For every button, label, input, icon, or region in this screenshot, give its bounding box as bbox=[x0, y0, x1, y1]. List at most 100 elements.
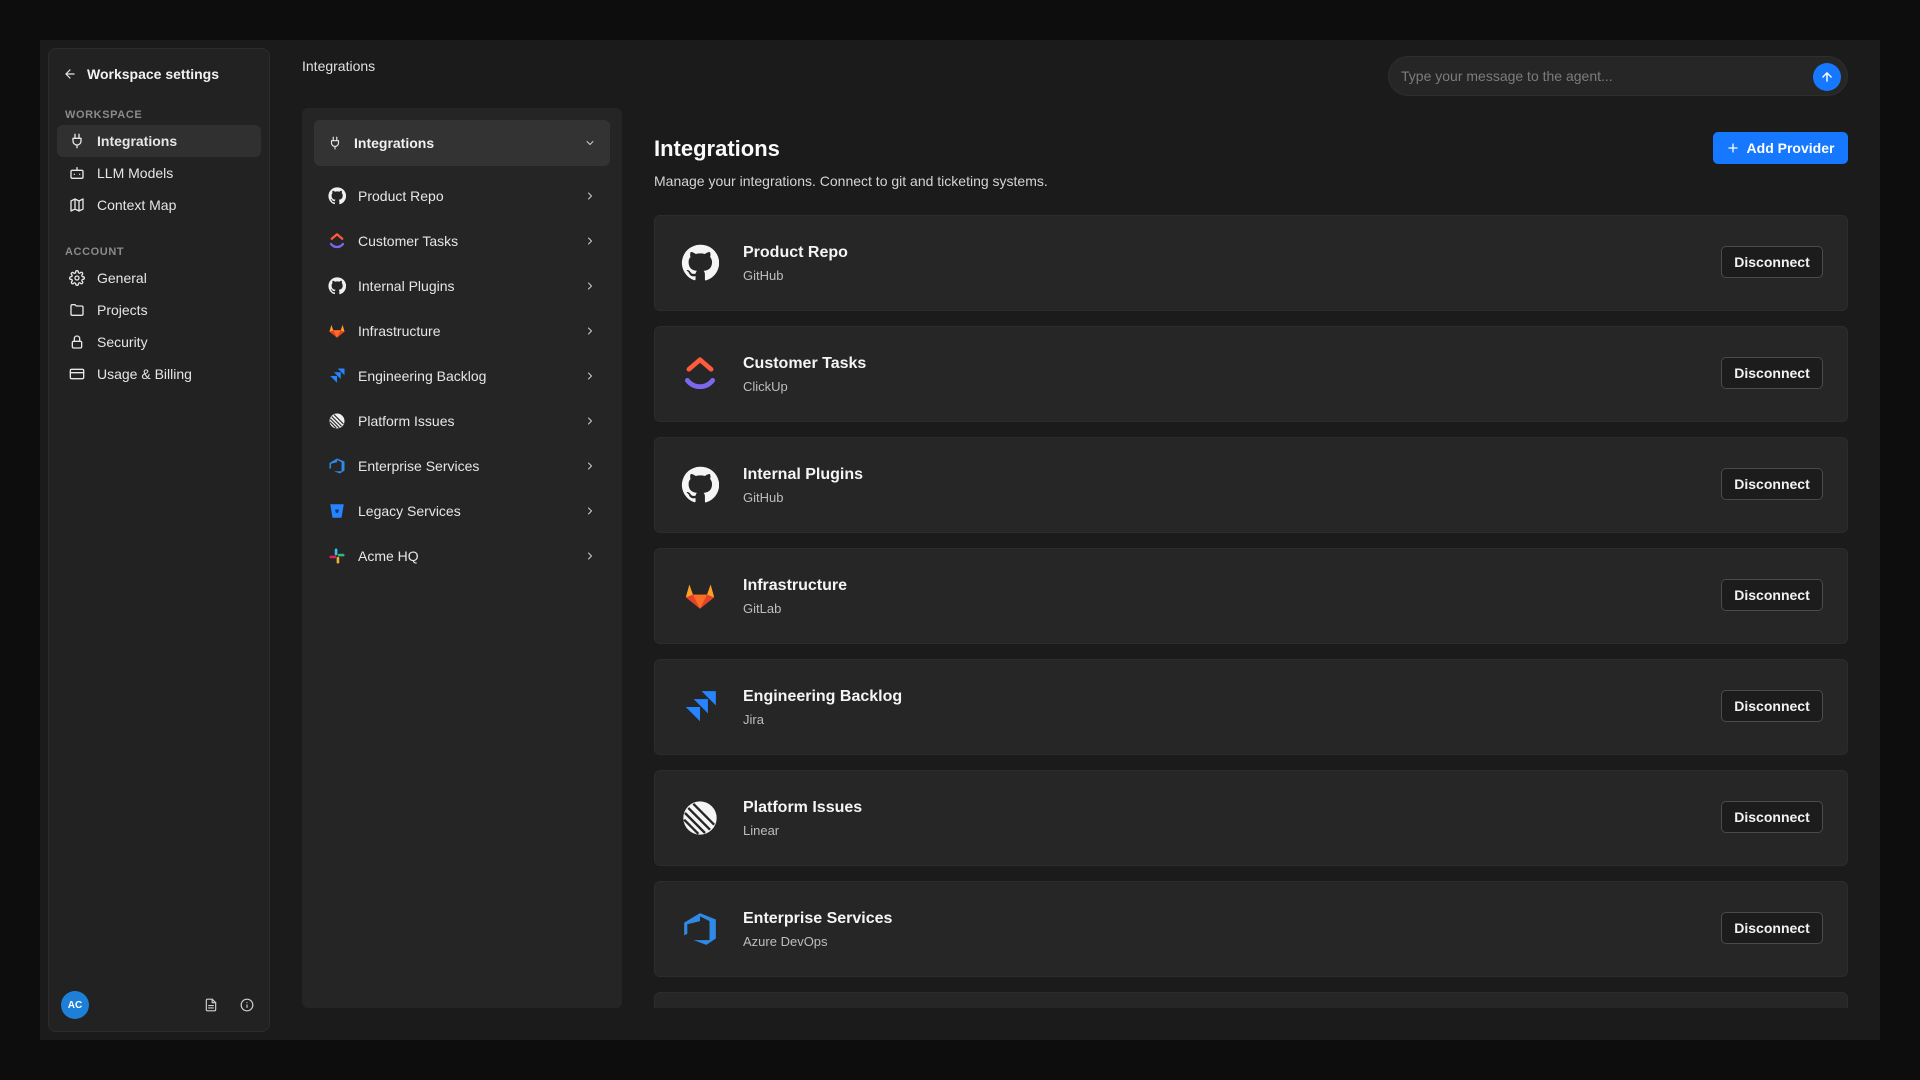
integration-list-panel: Integrations Product Repo Customer Tasks… bbox=[302, 108, 622, 1008]
jira-icon bbox=[679, 686, 721, 728]
integration-card-internal-plugins: Internal Plugins GitHub Disconnect bbox=[654, 437, 1848, 533]
chevron-right-icon bbox=[588, 237, 592, 245]
info-icon bbox=[240, 998, 254, 1012]
gear-icon bbox=[69, 270, 85, 286]
sidebar-item-label: Usage & Billing bbox=[97, 366, 192, 382]
list-item-label: Enterprise Services bbox=[358, 458, 480, 474]
list-item-internal-plugins[interactable]: Internal Plugins bbox=[314, 268, 610, 304]
github-icon bbox=[328, 187, 346, 205]
list-item-label: Legacy Services bbox=[358, 503, 461, 519]
azure-devops-icon bbox=[679, 908, 721, 950]
workspace-section-label: WORKSPACE bbox=[65, 109, 143, 121]
integration-name: Engineering Backlog bbox=[743, 688, 903, 705]
integration-provider: Jira bbox=[743, 712, 764, 727]
add-provider-button[interactable]: Add Provider bbox=[1713, 132, 1848, 164]
integration-name: Infrastructure bbox=[743, 577, 848, 594]
github-icon bbox=[328, 277, 346, 295]
agent-chat-box bbox=[1388, 56, 1848, 96]
list-item-customer-tasks[interactable]: Customer Tasks bbox=[314, 223, 610, 259]
list-item-infrastructure[interactable]: Infrastructure bbox=[314, 313, 610, 349]
chevron-right-icon bbox=[588, 417, 592, 425]
sidebar-item-usage-billing[interactable]: Usage & Billing bbox=[57, 358, 261, 390]
integration-card-partial bbox=[654, 992, 1848, 1008]
breadcrumb: Integrations bbox=[302, 58, 376, 74]
sidebar-item-integrations[interactable]: Integrations bbox=[57, 125, 261, 157]
plus-icon bbox=[1727, 143, 1738, 153]
back-to-workspace-button[interactable]: Workspace settings bbox=[63, 63, 219, 85]
integration-card-infrastructure: Infrastructure GitLab Disconnect bbox=[654, 548, 1848, 644]
sidebar-item-label: LLM Models bbox=[97, 165, 174, 181]
list-item-label: Internal Plugins bbox=[358, 278, 455, 294]
integration-card-enterprise-services: Enterprise Services Azure DevOps Disconn… bbox=[654, 881, 1848, 977]
disconnect-button[interactable]: Disconnect bbox=[1721, 690, 1823, 722]
integration-provider: GitLab bbox=[743, 601, 782, 616]
sidebar-item-projects[interactable]: Projects bbox=[57, 294, 261, 326]
chevron-right-icon bbox=[588, 462, 592, 470]
chevron-right-icon bbox=[588, 507, 592, 515]
dropdown-label: Integrations bbox=[354, 135, 435, 151]
list-item-product-repo[interactable]: Product Repo bbox=[314, 178, 610, 214]
sidebar-item-label: Context Map bbox=[97, 197, 177, 213]
azure-devops-icon bbox=[329, 458, 345, 474]
integration-name: Internal Plugins bbox=[743, 466, 864, 483]
chevron-right-icon bbox=[588, 192, 592, 200]
avatar[interactable]: AC bbox=[61, 991, 89, 1019]
sidebar-item-label: Projects bbox=[97, 302, 148, 318]
robot-icon bbox=[70, 167, 84, 179]
clickup-icon bbox=[329, 233, 345, 249]
integrations-dropdown[interactable]: Integrations bbox=[314, 120, 610, 166]
account-section-label: ACCOUNT bbox=[65, 246, 125, 258]
list-item-label: Acme HQ bbox=[358, 548, 419, 564]
integration-cards: Product Repo GitHub Disconnect Customer … bbox=[654, 215, 1848, 1008]
list-item-label: Platform Issues bbox=[358, 413, 455, 429]
list-item-engineering-backlog[interactable]: Engineering Backlog bbox=[314, 358, 610, 394]
disconnect-button[interactable]: Disconnect bbox=[1721, 246, 1823, 278]
bitbucket-icon bbox=[330, 504, 344, 518]
list-item-label: Infrastructure bbox=[358, 323, 441, 339]
page-title: Integrations bbox=[654, 136, 780, 161]
integration-name: Platform Issues bbox=[743, 799, 863, 816]
sidebar-item-general[interactable]: General bbox=[57, 262, 261, 294]
list-item-label: Engineering Backlog bbox=[358, 368, 487, 384]
disconnect-button[interactable]: Disconnect bbox=[1721, 912, 1823, 944]
chevron-right-icon bbox=[588, 282, 592, 290]
send-message-button[interactable] bbox=[1813, 63, 1841, 91]
disconnect-button[interactable]: Disconnect bbox=[1721, 579, 1823, 611]
sidebar-item-label: General bbox=[97, 270, 147, 286]
disconnect-button[interactable]: Disconnect bbox=[1721, 357, 1823, 389]
sidebar-item-llm-models[interactable]: LLM Models bbox=[57, 157, 261, 189]
list-item-enterprise-services[interactable]: Enterprise Services bbox=[314, 448, 610, 484]
github-icon bbox=[679, 242, 721, 284]
linear-icon bbox=[329, 413, 345, 429]
clickup-icon bbox=[679, 353, 721, 395]
document-icon bbox=[205, 998, 217, 1012]
integration-card-engineering-backlog: Engineering Backlog Jira Disconnect bbox=[654, 659, 1848, 755]
integration-card-product-repo: Product Repo GitHub Disconnect bbox=[654, 215, 1848, 311]
gitlab-icon bbox=[679, 575, 721, 617]
integration-provider: GitHub bbox=[743, 268, 784, 283]
integration-provider: ClickUp bbox=[743, 379, 788, 394]
integration-name: Product Repo bbox=[743, 244, 848, 261]
plug-icon bbox=[72, 133, 82, 149]
integration-card-customer-tasks: Customer Tasks ClickUp Disconnect bbox=[654, 326, 1848, 422]
map-icon bbox=[70, 198, 84, 212]
gitlab-icon bbox=[329, 325, 345, 338]
settings-sidebar: Workspace settings WORKSPACE Integration… bbox=[48, 48, 270, 1032]
sidebar-item-context-map[interactable]: Context Map bbox=[57, 189, 261, 221]
sidebar-item-label: Security bbox=[97, 334, 148, 350]
sidebar-item-security[interactable]: Security bbox=[57, 326, 261, 358]
list-item-platform-issues[interactable]: Platform Issues bbox=[314, 403, 610, 439]
chevron-right-icon bbox=[588, 327, 592, 335]
credit-card-icon bbox=[69, 368, 85, 380]
list-item-legacy-services[interactable]: Legacy Services bbox=[314, 493, 610, 529]
disconnect-button[interactable]: Disconnect bbox=[1721, 801, 1823, 833]
chevron-right-icon bbox=[588, 552, 592, 560]
disconnect-button[interactable]: Disconnect bbox=[1721, 468, 1823, 500]
integration-provider: Azure DevOps bbox=[743, 934, 828, 949]
list-item-acme-hq[interactable]: Acme HQ bbox=[314, 538, 610, 574]
chevron-right-icon bbox=[588, 372, 592, 380]
integration-provider: GitHub bbox=[743, 490, 784, 505]
info-button[interactable] bbox=[233, 991, 261, 1019]
docs-button[interactable] bbox=[197, 991, 225, 1019]
agent-message-input[interactable] bbox=[1401, 57, 1791, 95]
